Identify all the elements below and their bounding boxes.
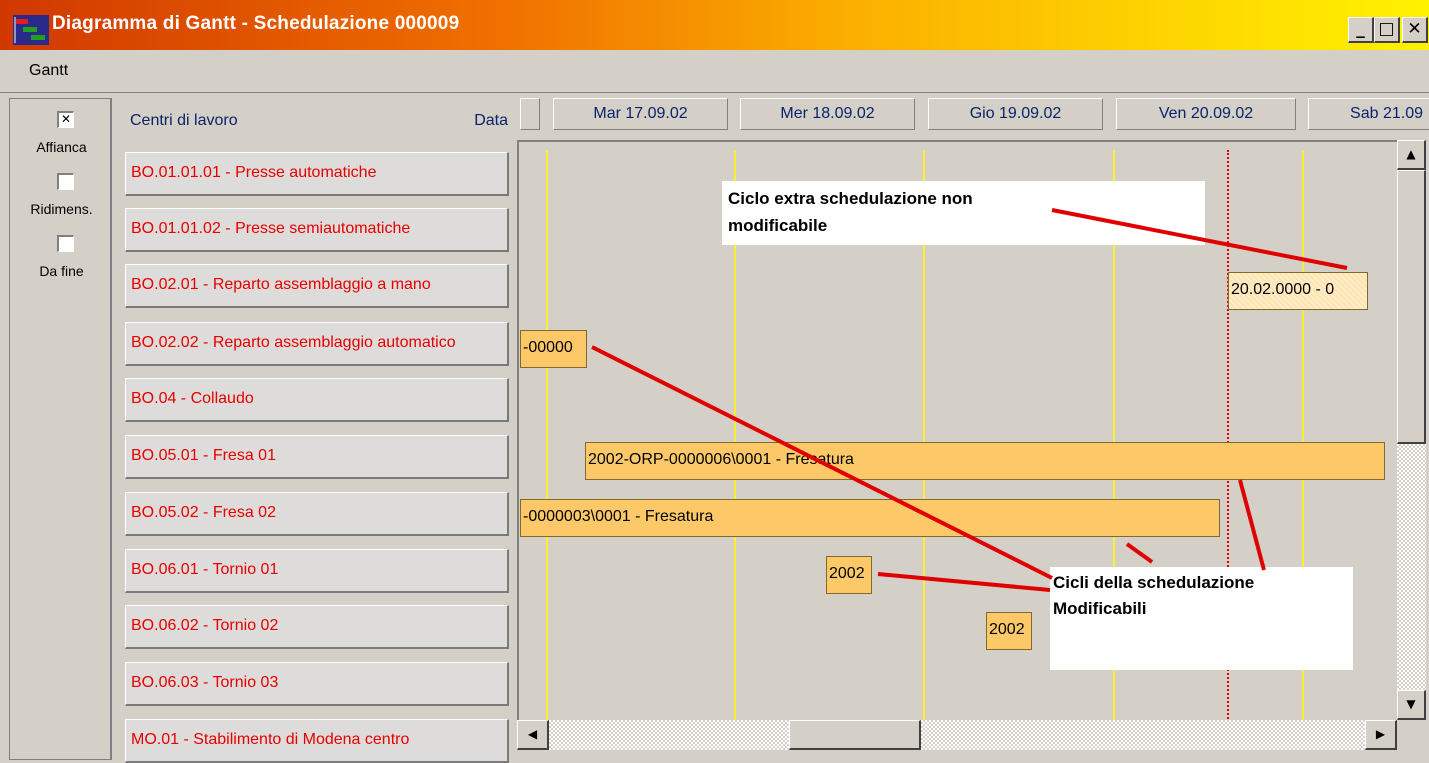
horizontal-scroll-thumb[interactable]: [789, 720, 921, 750]
affianca-label: Affianca: [36, 139, 87, 155]
minimize-button[interactable]: _: [1348, 17, 1374, 43]
header-work-centers: Centri di lavoro: [130, 112, 238, 129]
work-center-row[interactable]: BO.02.01 - Reparto assemblaggio a mano: [125, 264, 509, 308]
scroll-left-button[interactable]: ◀: [517, 720, 549, 750]
ridimens-checkbox[interactable]: [57, 173, 74, 190]
vertical-scroll-thumb[interactable]: [1397, 170, 1426, 444]
date-day: Gio 19.09.02: [928, 98, 1103, 130]
close-button[interactable]: ✕: [1402, 17, 1428, 43]
date-day: Ven 20.09.02: [1116, 98, 1296, 130]
work-center-row[interactable]: BO.06.02 - Tornio 02: [125, 605, 509, 649]
date-header: Mar 17.09.02 Mer 18.09.02 Gio 19.09.02 V…: [520, 98, 1429, 140]
date-box-partial: [520, 98, 540, 130]
gantt-bar[interactable]: 2002: [986, 612, 1032, 650]
header-date: Data: [474, 112, 508, 129]
work-center-row[interactable]: BO.05.02 - Fresa 02: [125, 492, 509, 536]
work-center-list: BO.01.01.01 - Presse automatiche BO.01.0…: [118, 140, 516, 763]
vertical-scrollbar[interactable]: ▲ ▼: [1397, 140, 1426, 720]
grid-header: Centri di lavoro Data: [118, 98, 516, 140]
scroll-up-button[interactable]: ▲: [1397, 140, 1426, 170]
title-bar[interactable]: Diagramma di Gantt - Schedulazione 00000…: [0, 0, 1429, 50]
menu-gantt[interactable]: Gantt: [29, 62, 68, 80]
da-fine-checkbox[interactable]: [57, 235, 74, 252]
date-day: Mer 18.09.02: [740, 98, 915, 130]
horizontal-scrollbar[interactable]: ◀ ▶: [517, 720, 1397, 750]
work-center-row[interactable]: BO.06.01 - Tornio 01: [125, 549, 509, 593]
callout-modifiable-cycles: Cicli della schedulazione Modificabili: [1050, 567, 1353, 670]
gantt-bar[interactable]: -00000: [520, 330, 587, 368]
da-fine-label: Da fine: [39, 263, 84, 279]
work-center-row[interactable]: BO.02.02 - Reparto assemblaggio automati…: [125, 322, 509, 366]
affianca-checkbox[interactable]: ✕: [57, 111, 74, 128]
callout-extra-cycle: Ciclo extra schedulazione non modificabi…: [722, 181, 1205, 245]
work-center-row[interactable]: BO.06.03 - Tornio 03: [125, 662, 509, 706]
date-day: Sab 21.09: [1308, 98, 1429, 130]
work-center-row[interactable]: BO.01.01.01 - Presse automatiche: [125, 152, 509, 196]
date-day: Mar 17.09.02: [553, 98, 728, 130]
options-panel: ✕ Affianca Ridimens. Da fine: [9, 98, 112, 760]
scroll-down-button[interactable]: ▼: [1397, 690, 1426, 720]
gantt-bar-extra[interactable]: 20.02.0000 - 0: [1228, 272, 1368, 310]
gantt-bar[interactable]: 2002: [826, 556, 872, 594]
maximize-button[interactable]: □: [1374, 17, 1400, 43]
work-center-row[interactable]: MO.01 - Stabilimento di Modena centro: [125, 719, 509, 763]
gantt-bar[interactable]: -0000003\0001 - Fresatura: [520, 499, 1220, 537]
work-center-row[interactable]: BO.04 - Collaudo: [125, 378, 509, 422]
ridimens-label: Ridimens.: [30, 201, 93, 217]
work-center-row[interactable]: BO.05.01 - Fresa 01: [125, 435, 509, 479]
callout-extra-text: Ciclo extra schedulazione non modificabi…: [728, 189, 973, 235]
gantt-bar[interactable]: 2002-ORP-0000006\0001 - Fresatura: [585, 442, 1385, 480]
gantt-chart-icon: [13, 15, 49, 45]
callout-modifiable-text: Cicli della schedulazione Modificabili: [1053, 573, 1255, 618]
window-title: Diagramma di Gantt - Schedulazione 00000…: [52, 13, 460, 34]
menu-bar: Gantt: [0, 50, 1429, 93]
day-gridline: [546, 150, 548, 722]
work-center-row[interactable]: BO.01.01.02 - Presse semiautomatiche: [125, 208, 509, 252]
scroll-right-button[interactable]: ▶: [1365, 720, 1397, 750]
